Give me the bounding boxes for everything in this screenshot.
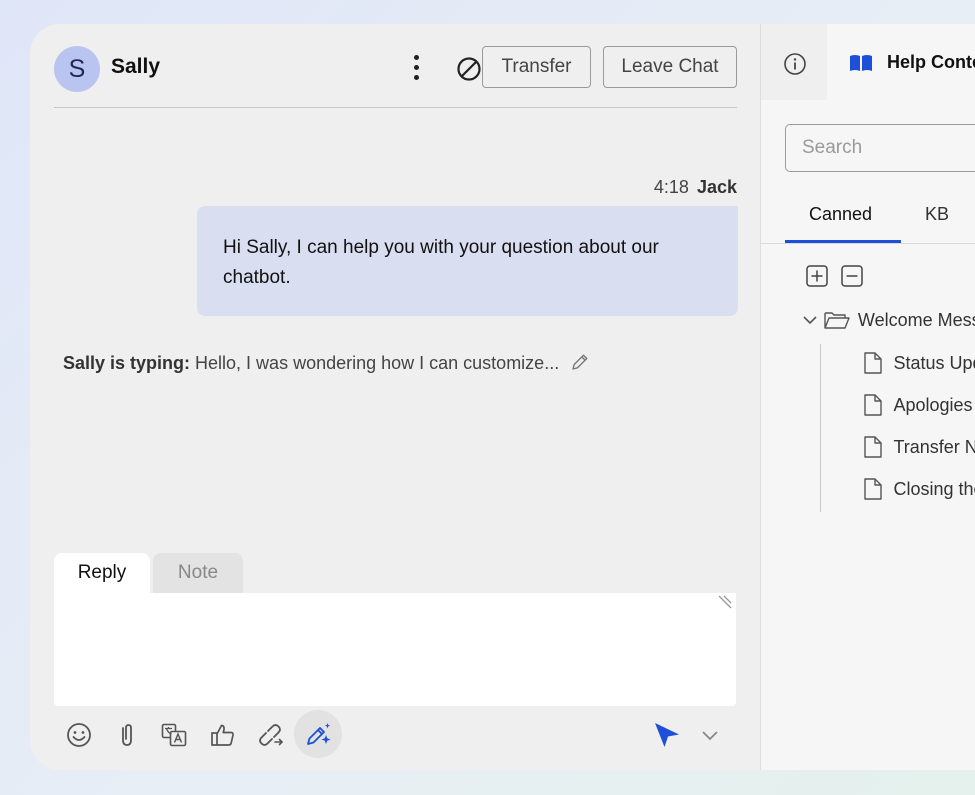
tab-canned[interactable]: Canned bbox=[809, 204, 872, 225]
book-icon bbox=[850, 55, 872, 71]
tab-note[interactable]: Note bbox=[153, 553, 243, 593]
message-time: 4:18 bbox=[653, 177, 689, 197]
chat-pane: S Sally Transfer Leave Chat 4:18 Jack Hi … bbox=[30, 24, 760, 770]
message-meta: 4:18 Jack bbox=[654, 177, 737, 198]
tree-item-label: Apologies bbox=[893, 394, 973, 415]
attachment-icon[interactable] bbox=[112, 720, 142, 750]
tree-guide-line bbox=[820, 344, 821, 512]
block-icon[interactable] bbox=[456, 56, 482, 82]
ai-compose-icon bbox=[307, 723, 331, 745]
tree-item-label: Transfer Notices bbox=[893, 436, 975, 457]
typing-prefix: Sally is typing: bbox=[63, 353, 191, 373]
tab-reply[interactable]: Reply bbox=[54, 553, 150, 593]
help-content-label: Help Content bbox=[887, 52, 975, 72]
tab-kb[interactable]: KB bbox=[925, 204, 949, 225]
send-icon[interactable] bbox=[653, 721, 681, 749]
chevron-down-icon bbox=[803, 316, 817, 325]
reply-input[interactable] bbox=[54, 593, 736, 706]
message-author: Jack bbox=[696, 177, 737, 197]
chevron-down-icon[interactable] bbox=[700, 725, 720, 745]
search-input[interactable] bbox=[785, 124, 975, 172]
collapse-all-icon[interactable] bbox=[840, 264, 864, 288]
pencil-icon bbox=[572, 354, 588, 370]
chat-window: S Sally Transfer Leave Chat 4:18 Jack Hi … bbox=[30, 24, 975, 770]
document-icon bbox=[864, 394, 882, 416]
emoji-icon[interactable] bbox=[64, 720, 94, 750]
info-icon[interactable] bbox=[783, 52, 807, 76]
thumbs-up-icon[interactable] bbox=[208, 720, 238, 750]
translate-icon[interactable] bbox=[159, 720, 189, 750]
more-options-icon[interactable] bbox=[408, 53, 424, 83]
message-bubble: Hi Sally, I can help you with your quest… bbox=[197, 206, 738, 316]
tab-help-content[interactable]: Help Content bbox=[827, 24, 975, 100]
tree-item-label: Status Updates bbox=[893, 352, 975, 373]
link-icon[interactable] bbox=[255, 720, 285, 750]
document-icon bbox=[864, 352, 882, 374]
tree-item-label: Closing the Chat bbox=[893, 478, 975, 499]
help-content-panel: Help Content Canned KB Welcome Messages bbox=[760, 24, 975, 770]
tree-item[interactable]: Transfer Notices bbox=[863, 435, 975, 463]
active-tab-indicator bbox=[785, 240, 901, 243]
ai-compose-button[interactable] bbox=[294, 710, 342, 758]
panel-tabs: Help Content bbox=[761, 24, 975, 100]
chat-header: S Sally Transfer Leave Chat bbox=[54, 42, 737, 108]
leave-chat-button[interactable]: Leave Chat bbox=[603, 46, 737, 88]
contact-name: Sally bbox=[111, 55, 161, 78]
tree-item[interactable]: Closing the Chat bbox=[863, 477, 975, 505]
document-icon bbox=[864, 478, 882, 500]
tree-item[interactable]: Status Updates bbox=[863, 351, 975, 379]
tree-folder-welcome[interactable]: Welcome Messages bbox=[801, 309, 975, 337]
expand-all-icon[interactable] bbox=[805, 264, 829, 288]
avatar: S bbox=[54, 46, 100, 92]
folder-open-icon bbox=[824, 312, 851, 329]
typing-indicator: Sally is typing: Hello, I was wondering … bbox=[63, 352, 590, 374]
tree-folder-label: Welcome Messages bbox=[857, 309, 975, 330]
subtab-divider bbox=[761, 243, 975, 244]
transfer-button[interactable]: Transfer bbox=[482, 46, 591, 88]
typing-text: Hello, I was wondering how I can customi… bbox=[190, 353, 560, 373]
resize-handle-icon[interactable] bbox=[717, 594, 733, 610]
document-icon bbox=[864, 436, 882, 458]
tree-item[interactable]: Apologies bbox=[863, 393, 973, 421]
